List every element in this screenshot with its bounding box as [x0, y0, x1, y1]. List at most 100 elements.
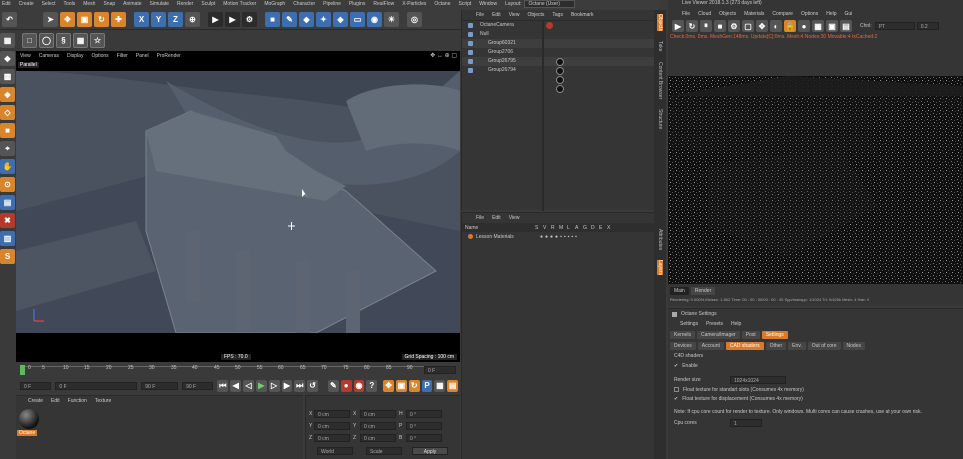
material-menu-edit[interactable]: Edit	[51, 398, 60, 404]
tab-other[interactable]: Other	[765, 341, 787, 350]
layer-menu-file[interactable]: File	[476, 215, 484, 221]
float-disp-checkbox[interactable]: ✔	[674, 396, 678, 402]
menu-tools[interactable]: Tools	[64, 1, 76, 7]
lv-settings-icon[interactable]: ⚙	[728, 20, 740, 32]
move-icon[interactable]: ✥	[60, 12, 75, 27]
isoline-icon[interactable]: ◯	[39, 32, 54, 48]
axis-x-button[interactable]: X	[134, 12, 149, 27]
layout-dropdown[interactable]: Octane (User)	[524, 0, 575, 8]
coord-scale-dropdown[interactable]: Scale	[366, 446, 402, 455]
key-icon[interactable]: ✎	[327, 379, 339, 392]
deformer-icon[interactable]: ◈	[333, 12, 348, 27]
locked-workplane-icon[interactable]: ✖	[0, 213, 15, 228]
key-scale-icon[interactable]: ▣	[396, 379, 407, 392]
lv-stop-icon[interactable]: ■	[714, 20, 726, 32]
viewport-menu-cameras[interactable]: Cameras	[39, 53, 59, 59]
menu-sculpt[interactable]: Sculpt	[201, 1, 215, 7]
material-menu-create[interactable]: Create	[28, 398, 43, 404]
go-to-start-icon[interactable]: ⏮	[217, 379, 229, 392]
preview-end-field[interactable]: 90 F	[141, 381, 179, 390]
coord-pos-y-field[interactable]: 0 cm	[314, 422, 350, 430]
menu-render[interactable]: Render	[177, 1, 193, 7]
preview-start-field[interactable]: 0 F	[55, 381, 138, 390]
autokey-icon[interactable]: ◉	[353, 379, 365, 392]
menu-edit[interactable]: Edit	[2, 1, 11, 7]
workplane-icon[interactable]: ▤	[0, 195, 15, 210]
render-settings-icon[interactable]: ⚙	[242, 12, 257, 27]
light-icon[interactable]: ☀	[384, 12, 399, 27]
material-name[interactable]: Octane	[17, 430, 38, 436]
tab-post[interactable]: Post	[741, 330, 760, 339]
lv-clay-icon[interactable]: ◐	[770, 20, 782, 32]
octane-tag-icon-4[interactable]	[556, 85, 564, 93]
menu-create[interactable]: Create	[19, 1, 34, 7]
layer-name[interactable]: Lesson Materials	[476, 234, 540, 240]
timeline-playhead[interactable]	[20, 365, 25, 375]
octane-tag-icon-1[interactable]	[556, 58, 564, 66]
lv-lock-icon[interactable]: 🔒	[784, 20, 796, 32]
polygons-mode-icon[interactable]: ■	[0, 123, 15, 138]
coord-size-y-field[interactable]: 0 cm	[360, 422, 396, 430]
next-key-icon[interactable]: ▶	[281, 379, 293, 392]
side-tab-take[interactable]: Take	[657, 41, 663, 52]
viewport-menu-prorender[interactable]: ProRender	[157, 53, 181, 59]
menu-mesh[interactable]: Mesh	[83, 1, 95, 7]
lv-region-icon[interactable]: ▢	[742, 20, 754, 32]
floor-icon[interactable]: ▭	[350, 12, 365, 27]
render-view-icon[interactable]: ▶	[208, 12, 223, 27]
axis-z-button[interactable]: Z	[168, 12, 183, 27]
menu-animate[interactable]: Animate	[123, 1, 141, 7]
object-row-group60321[interactable]: Group60321	[462, 39, 654, 48]
object-menu-tags[interactable]: Tags	[552, 12, 563, 18]
cube-icon[interactable]: ■	[265, 12, 280, 27]
layer-menu-view[interactable]: View	[509, 215, 520, 221]
octane-icon[interactable]: ◎	[407, 12, 422, 27]
tweak-mode-icon[interactable]: ✋	[0, 159, 15, 174]
subdivision-icon[interactable]: ◆	[299, 12, 314, 27]
rotate-icon[interactable]: ↻	[94, 12, 109, 27]
tab-settings[interactable]: Settings	[761, 330, 788, 339]
coordinate-system-icon[interactable]: ⊕	[185, 12, 200, 27]
scale-icon[interactable]: ▣	[77, 12, 92, 27]
coord-rot-b-field[interactable]: 0 °	[406, 434, 442, 442]
enable-checkbox[interactable]: ✔	[674, 363, 678, 369]
model-mode-icon[interactable]: ◆	[0, 51, 15, 66]
object-menu-edit[interactable]: Edit	[492, 12, 501, 18]
snap-icon[interactable]: ⊙	[0, 177, 15, 192]
object-row-octanecamera[interactable]: OctaneCamera	[462, 21, 654, 30]
viewport-nav-icons[interactable]: ✥ ↔ ⊕ ▢	[430, 52, 457, 59]
menu-pipeline[interactable]: Pipeline	[323, 1, 341, 7]
previous-key-icon[interactable]: ◀	[230, 379, 242, 392]
tab-account[interactable]: Account	[697, 341, 724, 350]
lv-menu-objects[interactable]: Objects	[719, 11, 736, 17]
menu-select[interactable]: Select	[42, 1, 56, 7]
viewport-menu-display[interactable]: Display	[67, 53, 83, 59]
menu-mograph[interactable]: MoGraph	[264, 1, 285, 7]
viewport-menu-options[interactable]: Options	[91, 53, 108, 59]
coord-size-z-field[interactable]: 0 cm	[360, 434, 396, 442]
lv-chnl-dropdown[interactable]: PT	[874, 22, 915, 30]
lv-menu-materials[interactable]: Materials	[744, 11, 764, 17]
make-editable-icon[interactable]: ▦	[0, 33, 15, 48]
key-position-icon[interactable]: ✥	[383, 379, 395, 392]
lv-menu-compare[interactable]: Compare	[772, 11, 793, 17]
points-mode-icon[interactable]: ◈	[0, 87, 15, 102]
menu-character[interactable]: Character	[293, 1, 315, 7]
apply-button[interactable]: Apply	[412, 446, 448, 455]
lv-focus-icon[interactable]: ✥	[756, 20, 768, 32]
settings-menu-presets[interactable]: Presets	[706, 321, 723, 327]
lv-menu-file[interactable]: File	[682, 11, 690, 17]
next-frame-icon[interactable]: ▷	[268, 379, 280, 392]
timeline[interactable]: 0 5 10 15 20 25 30 35 40 45 50 55 60 65 …	[16, 363, 460, 377]
object-row-group2706[interactable]: Group2706	[462, 48, 654, 57]
menu-realflow[interactable]: RealFlow	[373, 1, 394, 7]
float-std-checkbox[interactable]	[674, 387, 679, 392]
menu-plugins[interactable]: Plugins	[349, 1, 365, 7]
viewport-menu-filter[interactable]: Filter	[117, 53, 128, 59]
menu-window[interactable]: Window	[479, 1, 497, 7]
coord-mode-dropdown[interactable]: World	[317, 446, 353, 455]
menu-script[interactable]: Script	[459, 1, 472, 7]
menu-snap[interactable]: Snap	[103, 1, 115, 7]
lv-tab-render[interactable]: Render	[690, 287, 716, 295]
tab-cad-shaders[interactable]: CAD shaders	[725, 341, 764, 350]
